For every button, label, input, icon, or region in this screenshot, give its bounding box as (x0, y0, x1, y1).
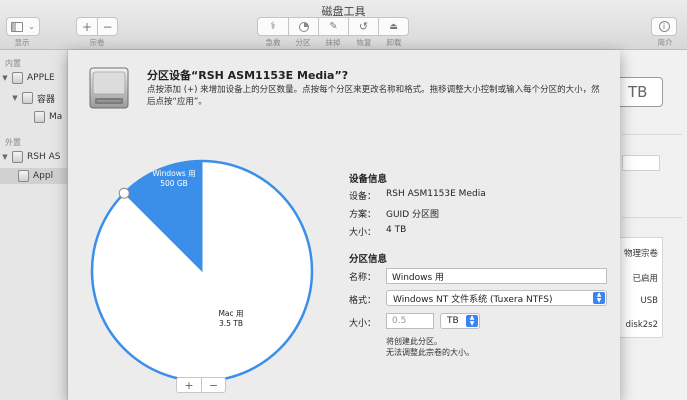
sidebar-item-container[interactable]: ▼ 容器 (10, 90, 68, 106)
sidebar-item-apple-volume[interactable]: Appl (0, 168, 68, 184)
format-key: 格式： (349, 296, 377, 306)
windows-name: Windows 用 (152, 169, 196, 178)
add-partition-button[interactable]: + (177, 378, 201, 392)
capacity-text: TB (628, 83, 648, 101)
capacity-button: TB (615, 77, 663, 107)
restore-icon: ↺ (358, 20, 369, 33)
volume-label: 宗卷 (89, 38, 105, 47)
sidebar-item-label: Ma (49, 112, 63, 122)
resize-handle[interactable] (118, 187, 130, 199)
format-value: Windows NT 文件系统 (Tuxera NTFS) (393, 294, 553, 305)
windows-size: 500 GB (160, 179, 188, 188)
partition-name-field[interactable]: Windows 用 (386, 268, 607, 284)
partition-info-header: 分区信息 (349, 254, 388, 265)
info-button[interactable]: i (651, 17, 677, 36)
partition-sheet: 分区设备“RSH ASM1153E Media”? 点按添加 (+) 来增加设备… (68, 50, 620, 400)
sidebar-item-mac-volume[interactable]: Ma (32, 109, 68, 125)
device-info-header: 设备信息 (349, 174, 388, 185)
sidebar-item-label: Appl (33, 171, 54, 181)
partition-size-field[interactable]: 0.5 (386, 313, 434, 329)
erase-button[interactable]: ✎ (318, 18, 348, 35)
info-icon: i (658, 21, 670, 32)
size-unit-popup[interactable]: TB ▲ ▼ (440, 313, 480, 329)
erase-label: 抹掉 (325, 38, 341, 47)
eject-icon: ⏏ (389, 21, 398, 32)
sidebar-item-label: RSH AS (27, 152, 61, 162)
partition-size-key: 大小： (349, 319, 377, 329)
mac-partition-label: Mac 用 3.5 TB (206, 309, 256, 329)
disclosure-triangle-icon: ▼ (2, 153, 8, 161)
disk-icon (12, 72, 23, 84)
device-size-key: 大小： (349, 228, 377, 238)
internal-header: 内置 (5, 59, 21, 68)
note-line-1: 将创建此分区。 (386, 337, 442, 346)
unmount-button[interactable]: ⏏ (378, 18, 408, 35)
add-volume-button[interactable]: + (77, 18, 97, 35)
chevron-updown-icon: ▲ ▼ (593, 292, 605, 304)
device-size-value: 4 TB (386, 225, 407, 235)
note-line-2: 无法调整此宗卷的大小。 (386, 348, 474, 357)
partition-note: 将创建此分区。 无法调整此宗卷的大小。 (386, 336, 474, 358)
mac-name: Mac 用 (218, 309, 244, 318)
sidebar-icon (11, 21, 23, 32)
unmount-label: 卸载 (386, 38, 402, 47)
info-label: 简介 (657, 38, 673, 47)
hard-disk-icon (89, 67, 129, 109)
sidebar-toggle-button[interactable]: ⌄ (6, 17, 40, 36)
size-unit-value: TB (447, 316, 459, 326)
table-cell: 已启用 (632, 274, 658, 284)
table-cell: 物理宗卷 (623, 249, 658, 259)
restore-label: 恢复 (356, 38, 372, 47)
sidebar-item-rsh[interactable]: ▼ RSH AS (0, 149, 68, 165)
table-cell: USB (640, 296, 658, 306)
sidebar-item-label: APPLE (27, 73, 55, 83)
divider (622, 134, 682, 135)
first-aid-button[interactable]: ⚕ (258, 18, 288, 35)
device-key: 设备： (349, 192, 377, 202)
partition-label: 分区 (295, 38, 311, 47)
actions-segment: ⚕ ✎ ↺ ⏏ (257, 17, 409, 36)
sheet-title: 分区设备“RSH ASM1153E Media”? (147, 69, 349, 82)
disclosure-triangle-icon: ▼ (12, 94, 18, 102)
scheme-value: GUID 分区图 (386, 210, 440, 220)
device-value: RSH ASM1153E Media (386, 189, 486, 199)
external-header: 外置 (5, 138, 21, 147)
partition-icon (298, 21, 309, 32)
restore-button[interactable]: ↺ (348, 18, 378, 35)
format-popup[interactable]: Windows NT 文件系统 (Tuxera NTFS) ▲ ▼ (386, 290, 607, 306)
sidebar: 内置 ▼ APPLE ▼ 容器 Ma 外置 ▼ RSH AS Appl (0, 50, 68, 400)
windows-partition-label: Windows 用 500 GB (148, 169, 200, 189)
container-icon (22, 92, 33, 104)
disclosure-triangle-icon: ▼ (2, 74, 8, 82)
volume-segment: + − (76, 17, 118, 36)
show-label: 显示 (14, 38, 30, 47)
table-cell: disk2s2 (625, 320, 658, 330)
remove-volume-button[interactable]: − (97, 18, 117, 35)
volume-icon (34, 111, 45, 123)
disk-icon (12, 151, 23, 163)
toolbar: 磁盘工具 ⌄ 显示 + − 宗卷 ⚕ ✎ ↺ ⏏ 急救 分区 抹掉 恢复 卸载 … (0, 0, 687, 50)
details-field (622, 155, 660, 171)
stethoscope-icon: ⚕ (270, 21, 276, 32)
scheme-key: 方案： (349, 210, 377, 220)
details-table: 物理宗卷 已启用 USB disk2s2 (613, 237, 663, 338)
partition-pie-chart[interactable] (88, 157, 316, 385)
chevron-updown-icon: ▲ ▼ (466, 315, 478, 327)
mac-size: 3.5 TB (218, 319, 244, 328)
erase-icon: ✎ (329, 21, 338, 32)
name-key: 名称： (349, 273, 377, 283)
chevron-down-icon: ⌄ (28, 22, 35, 31)
first-aid-label: 急救 (265, 38, 281, 47)
partition-button[interactable] (288, 18, 318, 35)
sidebar-item-apple[interactable]: ▼ APPLE (0, 70, 68, 86)
sheet-description: 点按添加 (+) 来增加设备上的分区数量。点按每个分区来更改名称和格式。拖移调整… (147, 85, 600, 107)
add-remove-partition-segment: + − (176, 377, 226, 393)
sidebar-item-label: 容器 (37, 94, 56, 105)
divider (622, 217, 682, 218)
remove-partition-button[interactable]: − (201, 378, 225, 392)
volume-icon (18, 170, 29, 182)
